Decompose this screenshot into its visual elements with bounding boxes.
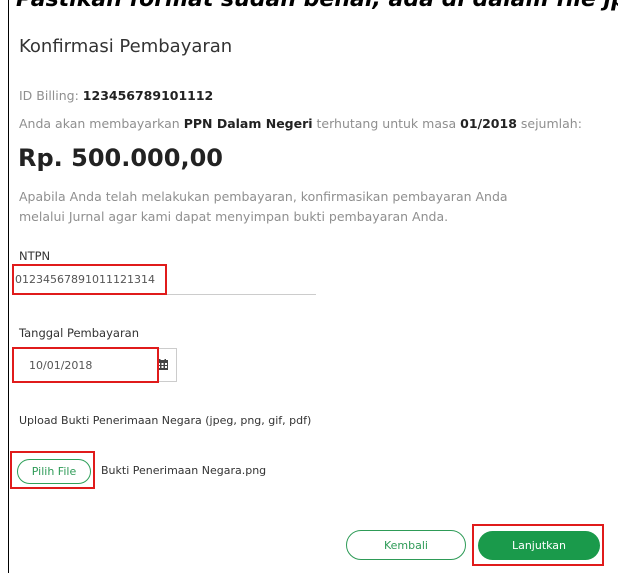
payment-summary-line: Anda akan membayarkan PPN Dalam Negeri t…	[19, 116, 582, 131]
confirmation-description: Apabila Anda telah melakukan pembayaran,…	[19, 189, 508, 224]
dialog-title: Konfirmasi Pembayaran	[19, 36, 233, 57]
payment-date-field[interactable]	[13, 348, 177, 382]
continue-button[interactable]: Lanjutkan	[478, 531, 600, 560]
payment-confirmation-dialog: Konfirmasi Pembayaran ID Billing: 123456…	[9, 18, 618, 573]
payment-text-2: terhutang untuk masa	[312, 116, 461, 131]
upload-label: Upload Bukti Penerimaan Negara (jpeg, pn…	[19, 414, 312, 427]
calendar-icon[interactable]	[157, 359, 168, 370]
payment-text-3: sejumlah:	[516, 116, 582, 131]
ntpn-input[interactable]	[13, 265, 316, 295]
choose-file-button[interactable]: Pilih File	[17, 459, 91, 484]
payment-text-1: Anda akan membayarkan	[19, 116, 184, 131]
payment-date-label: Tanggal Pembayaran	[19, 326, 140, 340]
cropped-instruction-text: Pastikan format sudah benar, ada di dala…	[0, 0, 618, 18]
tax-period: 01/2018	[460, 116, 517, 131]
back-button[interactable]: Kembali	[346, 530, 466, 560]
billing-line: ID Billing: 123456789101112	[19, 88, 213, 103]
payment-amount: Rp. 500.000,00	[18, 144, 223, 172]
ntpn-label: NTPN	[19, 249, 51, 263]
payment-date-input[interactable]	[14, 349, 154, 381]
billing-label: ID Billing:	[19, 88, 83, 103]
selected-file-name: Bukti Penerimaan Negara.png	[101, 464, 267, 477]
cropped-instruction-label: Pastikan format sudah benar, ada di dala…	[16, 0, 618, 12]
billing-id: 123456789101112	[82, 88, 214, 103]
tax-type: PPN Dalam Negeri	[183, 116, 313, 131]
